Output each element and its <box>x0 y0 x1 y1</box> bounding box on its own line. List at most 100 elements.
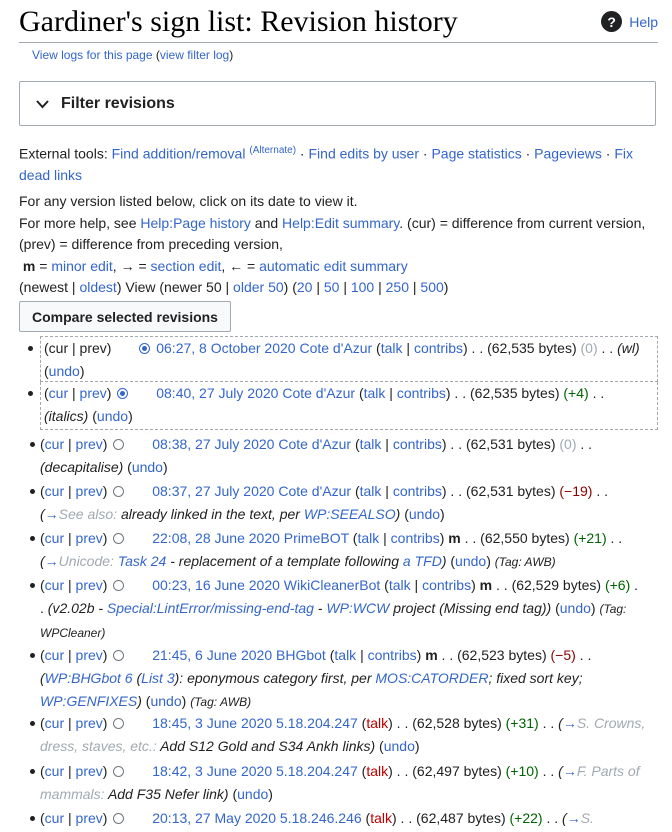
user-talk-link[interactable]: talk <box>366 763 388 779</box>
pageviews-link[interactable]: Pageviews <box>534 146 602 162</box>
find-edits-by-user-link[interactable]: Find edits by user <box>309 146 420 162</box>
undo-link[interactable]: undo <box>49 363 80 379</box>
revision-user-link[interactable]: 5.18.204.247 <box>276 763 358 779</box>
filter-revisions-toggle[interactable]: Filter revisions <box>19 81 656 126</box>
prev-link[interactable]: prev <box>76 763 103 779</box>
revision-date-link[interactable]: 06:27, 8 October 2020 <box>156 340 295 356</box>
user-talk-link[interactable]: talk <box>366 715 388 731</box>
diff-radio[interactable] <box>113 533 125 544</box>
section-edit-link[interactable]: section edit <box>151 258 222 274</box>
oldest-link[interactable]: oldest <box>79 279 116 295</box>
user-talk-link[interactable]: talk <box>364 385 386 401</box>
cur-link[interactable]: cur <box>45 530 64 546</box>
revision-date-link[interactable]: 18:45, 3 June 2020 <box>152 715 272 731</box>
prev-link[interactable]: prev <box>76 715 103 731</box>
diff-radio[interactable] <box>113 813 125 824</box>
revision-user-link[interactable]: Cote d'Azur <box>299 340 372 356</box>
revision-user-link[interactable]: WikiCleanerBot <box>284 577 380 593</box>
undo-link[interactable]: undo <box>455 553 486 569</box>
find-addition-removal-link[interactable]: Find addition/removal <box>112 146 246 162</box>
help-page-history-link[interactable]: Help:Page history <box>140 215 251 231</box>
user-contribs-link[interactable]: contribs <box>422 577 471 593</box>
prev-link[interactable]: prev <box>76 647 103 663</box>
limit-100-link[interactable]: 100 <box>351 279 374 295</box>
prev-link[interactable]: prev <box>76 530 103 546</box>
page-statistics-link[interactable]: Page statistics <box>431 146 521 162</box>
cur-link[interactable]: cur <box>45 647 64 663</box>
cur-link[interactable]: cur <box>45 763 64 779</box>
revision-date-link[interactable]: 21:45, 6 June 2020 <box>152 647 272 663</box>
summary-link[interactable]: WP:BHGbot 6 <box>45 670 133 686</box>
undo-link[interactable]: undo <box>409 506 440 522</box>
summary-link-2[interactable]: a TFD <box>403 553 442 569</box>
older-50-link[interactable]: older 50 <box>233 279 284 295</box>
diff-radio[interactable] <box>113 650 125 661</box>
user-contribs-link[interactable]: contribs <box>393 483 442 499</box>
compare-selected-revisions-button[interactable]: Compare selected revisions <box>19 301 231 332</box>
diff-radio[interactable] <box>113 580 125 591</box>
revision-user-link[interactable]: PrimeBOT <box>284 530 349 546</box>
section-arrow-link[interactable]: → <box>563 715 577 731</box>
view-logs-link[interactable]: View logs for this page <box>32 48 153 62</box>
summary-link-3[interactable]: MOS:CATORDER <box>375 670 488 686</box>
revision-date-link[interactable]: 08:37, 27 July 2020 <box>152 483 274 499</box>
minor-edit-link[interactable]: minor edit <box>51 258 112 274</box>
user-contribs-link[interactable]: contribs <box>368 647 417 663</box>
user-talk-link[interactable]: talk <box>360 483 382 499</box>
revision-date-link[interactable]: 18:42, 3 June 2020 <box>152 763 272 779</box>
revision-user-link[interactable]: Cote d'Azur <box>282 385 355 401</box>
view-filter-log-link[interactable]: view filter log <box>160 48 229 62</box>
undo-link[interactable]: undo <box>237 786 268 802</box>
prev-link[interactable]: prev <box>76 577 103 593</box>
prev-link[interactable]: prev <box>80 385 107 401</box>
cur-link[interactable]: cur <box>49 385 68 401</box>
revision-date-link[interactable]: 22:08, 28 June 2020 <box>152 530 280 546</box>
cur-link[interactable]: cur <box>45 483 64 499</box>
automatic-edit-summary-link[interactable]: automatic edit summary <box>259 258 408 274</box>
summary-link[interactable]: WP:SEEALSO <box>304 506 396 522</box>
summary-link[interactable]: Task 24 <box>118 553 167 569</box>
diff-radio[interactable] <box>113 718 125 729</box>
limit-50-link[interactable]: 50 <box>324 279 340 295</box>
limit-20-link[interactable]: 20 <box>297 279 313 295</box>
alternate-link[interactable]: (Alternate) <box>249 145 296 156</box>
user-contribs-link[interactable]: contribs <box>391 530 440 546</box>
summary-link-2[interactable]: WP:WCW <box>326 600 389 616</box>
section-arrow-link[interactable]: → <box>45 506 59 522</box>
help-edit-summary-link[interactable]: Help:Edit summary <box>282 215 399 231</box>
user-contribs-link[interactable]: contribs <box>414 340 463 356</box>
user-contribs-link[interactable]: contribs <box>393 436 442 452</box>
prev-link[interactable]: prev <box>76 436 103 452</box>
user-contribs-link[interactable]: contribs <box>397 385 446 401</box>
revision-user-link[interactable]: Cote d'Azur <box>278 436 351 452</box>
help-link[interactable]: ? Help <box>601 11 658 32</box>
revision-date-link[interactable]: 00:23, 16 June 2020 <box>152 577 280 593</box>
revision-user-link[interactable]: 5.18.246.246 <box>280 810 362 826</box>
diff-radio[interactable] <box>113 766 125 777</box>
user-talk-link[interactable]: talk <box>370 810 392 826</box>
undo-link[interactable]: undo <box>132 459 163 475</box>
user-talk-link[interactable]: talk <box>360 436 382 452</box>
undo-link[interactable]: undo <box>560 600 591 616</box>
revision-user-link[interactable]: 5.18.204.247 <box>276 715 358 731</box>
section-arrow-link[interactable]: → <box>563 763 577 779</box>
diff-radio-old[interactable] <box>117 388 129 399</box>
undo-link[interactable]: undo <box>384 738 415 754</box>
section-arrow-link[interactable]: → <box>45 553 59 569</box>
cur-link[interactable]: cur <box>45 577 64 593</box>
diff-radio[interactable] <box>113 486 125 497</box>
undo-link[interactable]: undo <box>97 408 128 424</box>
cur-link[interactable]: cur <box>45 810 64 826</box>
summary-link[interactable]: Special:LintError/missing-end-tag <box>107 600 314 616</box>
section-arrow-link[interactable]: → <box>567 810 581 826</box>
revision-date-link[interactable]: 08:40, 27 July 2020 <box>156 385 278 401</box>
diff-radio-new[interactable] <box>139 343 151 354</box>
prev-link[interactable]: prev <box>76 810 103 826</box>
undo-link[interactable]: undo <box>150 693 181 709</box>
cur-link[interactable]: cur <box>45 436 64 452</box>
diff-radio[interactable] <box>113 439 125 450</box>
cur-link[interactable]: cur <box>45 715 64 731</box>
revision-date-link[interactable]: 08:38, 27 July 2020 <box>152 436 274 452</box>
user-talk-link[interactable]: talk <box>381 340 403 356</box>
revision-user-link[interactable]: Cote d'Azur <box>278 483 351 499</box>
